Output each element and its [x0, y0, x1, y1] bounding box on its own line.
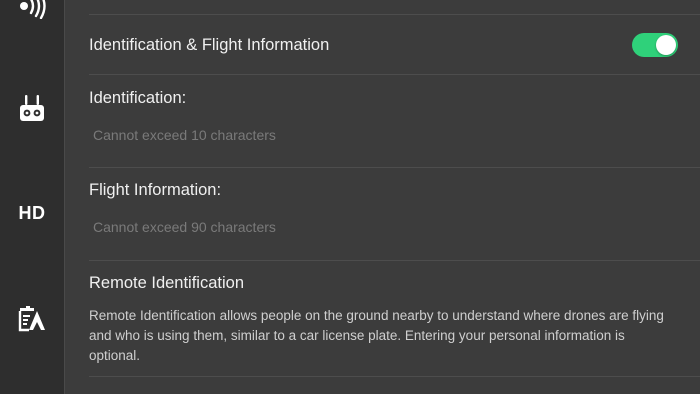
id-flight-info-toggle[interactable] [632, 33, 678, 57]
hd-icon[interactable]: HD [12, 195, 52, 231]
settings-panel: Identification & Flight Information Iden… [65, 0, 700, 394]
flight-info-icon[interactable] [12, 300, 52, 336]
flight-information-input[interactable]: Cannot exceed 90 characters [93, 219, 276, 235]
divider [89, 376, 700, 377]
remote-identification-description: Remote Identification allows people on t… [89, 308, 664, 363]
id-flight-info-label: Identification & Flight Information [89, 36, 330, 54]
toggle-knob [656, 35, 676, 55]
divider [89, 14, 700, 15]
sidebar: HD [0, 0, 65, 394]
divider [89, 167, 700, 168]
divider [89, 74, 700, 75]
remote-identification-title: Remote Identification [89, 274, 245, 292]
signal-transmission-icon[interactable] [12, 0, 52, 24]
flight-information-label: Flight Information: [89, 181, 222, 199]
divider [89, 260, 700, 261]
hd-label: HD [18, 202, 46, 223]
identification-input[interactable]: Cannot exceed 10 characters [93, 127, 276, 143]
remote-controller-icon[interactable] [12, 90, 52, 126]
identification-label: Identification: [89, 89, 187, 107]
